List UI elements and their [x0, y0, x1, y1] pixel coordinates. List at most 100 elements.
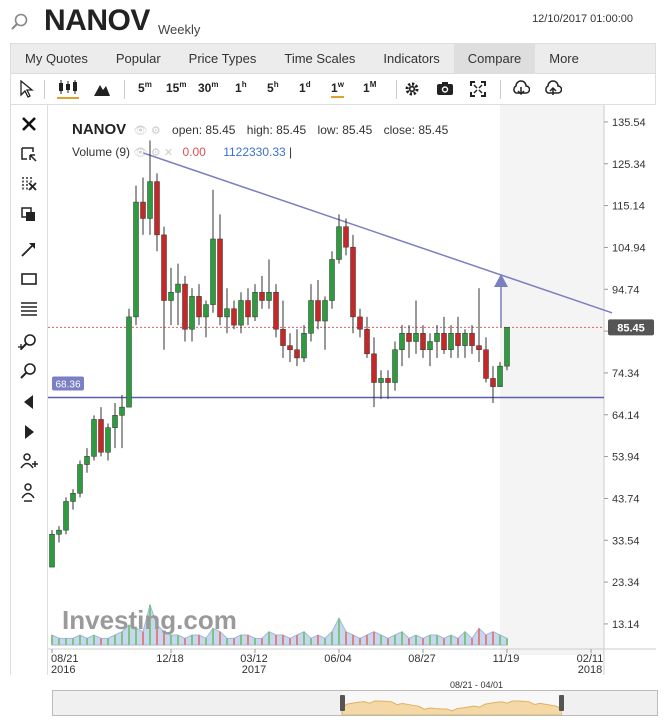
- add-user-icon[interactable]: [18, 451, 40, 473]
- volume-bar: [492, 631, 494, 645]
- interval-1d[interactable]: 1d: [299, 80, 311, 95]
- volume-bar: [254, 638, 256, 645]
- mountain-chart-icon[interactable]: [93, 81, 111, 97]
- candle-body: [329, 259, 335, 301]
- gear-icon[interactable]: ⚙: [151, 125, 161, 137]
- eye-icon[interactable]: 👁: [134, 125, 148, 137]
- candle-body: [315, 300, 321, 322]
- chart-area[interactable]: 13.14 23.34 33.54 43.74 53.94 64.14 74.34 94.74…: [48, 105, 656, 676]
- volume-bar: [317, 635, 319, 645]
- toolbar: 5m 15m 30m 1h 5h 1d 1w 1M: [10, 74, 656, 105]
- rectangle-tool-icon[interactable]: [18, 268, 40, 290]
- navigator-area: [341, 700, 563, 716]
- eye-icon[interactable]: 👁: [133, 147, 147, 159]
- volume-bar: [72, 638, 74, 645]
- interval-unit: d: [305, 80, 311, 89]
- legend-symbol: NANOV: [72, 121, 127, 138]
- camera-icon[interactable]: [436, 81, 454, 96]
- price-chart[interactable]: 13.14 23.34 33.54 43.74 53.94 64.14 74.34 94.74…: [48, 105, 656, 676]
- pointer-icon[interactable]: [18, 80, 34, 98]
- candle-body: [238, 300, 244, 326]
- menu-time-scales[interactable]: Time Scales: [270, 44, 369, 73]
- fullscreen-icon[interactable]: [470, 81, 486, 97]
- toolbar-separator: [500, 80, 501, 99]
- volume-bar: [205, 638, 207, 645]
- fibonacci-tool-icon[interactable]: [18, 298, 40, 320]
- search-icon[interactable]: [10, 12, 30, 32]
- scroll-right-icon[interactable]: [18, 421, 40, 443]
- volume-bar: [282, 635, 284, 645]
- symbol-title: NANOV: [44, 4, 150, 37]
- volume-bar: [373, 631, 375, 645]
- low-label: low:: [317, 123, 339, 137]
- clone-icon[interactable]: [18, 203, 40, 225]
- candle-body: [490, 378, 496, 387]
- interval-1M[interactable]: 1M: [363, 80, 376, 95]
- interval-30m[interactable]: 30m: [198, 80, 218, 95]
- close-icon[interactable]: ✕: [164, 147, 173, 159]
- volume-bar: [275, 635, 277, 645]
- x-tick-year: 2018: [578, 664, 602, 675]
- volume-bar: [310, 638, 312, 645]
- volume-bar: [226, 638, 228, 645]
- volume-bar: [478, 628, 480, 645]
- menu-my-quotes[interactable]: My Quotes: [11, 44, 102, 73]
- volume-bar: [485, 635, 487, 645]
- interval-15m[interactable]: 15m: [166, 80, 186, 95]
- volume-param: (9): [115, 145, 131, 159]
- candle-body: [427, 341, 433, 350]
- candle-body: [504, 327, 510, 367]
- candle-body: [210, 238, 216, 305]
- y-tick-label: 135.54: [612, 117, 646, 129]
- candle-body: [224, 308, 230, 318]
- menu-price-types[interactable]: Price Types: [175, 44, 271, 73]
- x-tick-year: 2016: [51, 664, 75, 675]
- interval-value: 1: [363, 81, 370, 95]
- menu-indicators[interactable]: Indicators: [369, 44, 453, 73]
- menu-popular[interactable]: Popular: [102, 44, 175, 73]
- candle-body: [385, 378, 391, 383]
- navigator-handle-right[interactable]: [559, 695, 564, 711]
- close-icon[interactable]: [18, 113, 40, 135]
- menu-compare[interactable]: Compare: [453, 44, 536, 73]
- interval-value: 5: [267, 81, 274, 95]
- candlestick-chart-button[interactable]: [57, 79, 79, 99]
- volume-bar: [100, 638, 102, 645]
- gear-icon[interactable]: ⚙: [151, 147, 161, 159]
- gear-icon[interactable]: [404, 81, 420, 97]
- candle-body: [133, 201, 139, 318]
- zoom-in-icon[interactable]: [18, 331, 40, 353]
- candle-body: [350, 246, 356, 318]
- interval-1h[interactable]: 1h: [235, 80, 247, 95]
- volume-bar: [268, 631, 270, 645]
- download-icon[interactable]: [512, 80, 530, 98]
- toolbar-separator: [44, 80, 45, 99]
- candle-body: [308, 300, 314, 334]
- volume-bar: [191, 635, 193, 645]
- volume-bar: [408, 638, 410, 645]
- candle-body: [252, 292, 258, 318]
- volume-bar: [352, 635, 354, 645]
- candle-body: [420, 333, 426, 350]
- candle-body: [483, 349, 489, 379]
- x-tick-label: 11/19: [493, 653, 520, 665]
- interval-value: 5: [138, 81, 145, 95]
- scroll-left-icon[interactable]: [18, 391, 40, 413]
- y-tick-label: 125.34: [612, 159, 646, 171]
- trendline-tool-icon[interactable]: [18, 238, 40, 260]
- user-settings-icon[interactable]: [18, 481, 40, 503]
- candle-body: [126, 316, 132, 408]
- delete-drawings-icon[interactable]: [18, 173, 40, 195]
- volume-bar: [366, 635, 368, 645]
- zoom-out-icon[interactable]: [18, 360, 40, 382]
- range-navigator[interactable]: [52, 690, 658, 716]
- interval-5m[interactable]: 5m: [138, 80, 152, 95]
- crosshair-cursor-icon[interactable]: [18, 143, 40, 165]
- toolbar-separator: [124, 80, 125, 99]
- timeframe-label: Weekly: [158, 22, 201, 37]
- navigator-handle-left[interactable]: [340, 695, 345, 711]
- menu-more[interactable]: More: [535, 44, 593, 73]
- upload-icon[interactable]: [544, 80, 562, 98]
- interval-5h[interactable]: 5h: [267, 80, 279, 95]
- interval-1w[interactable]: 1w: [331, 80, 344, 98]
